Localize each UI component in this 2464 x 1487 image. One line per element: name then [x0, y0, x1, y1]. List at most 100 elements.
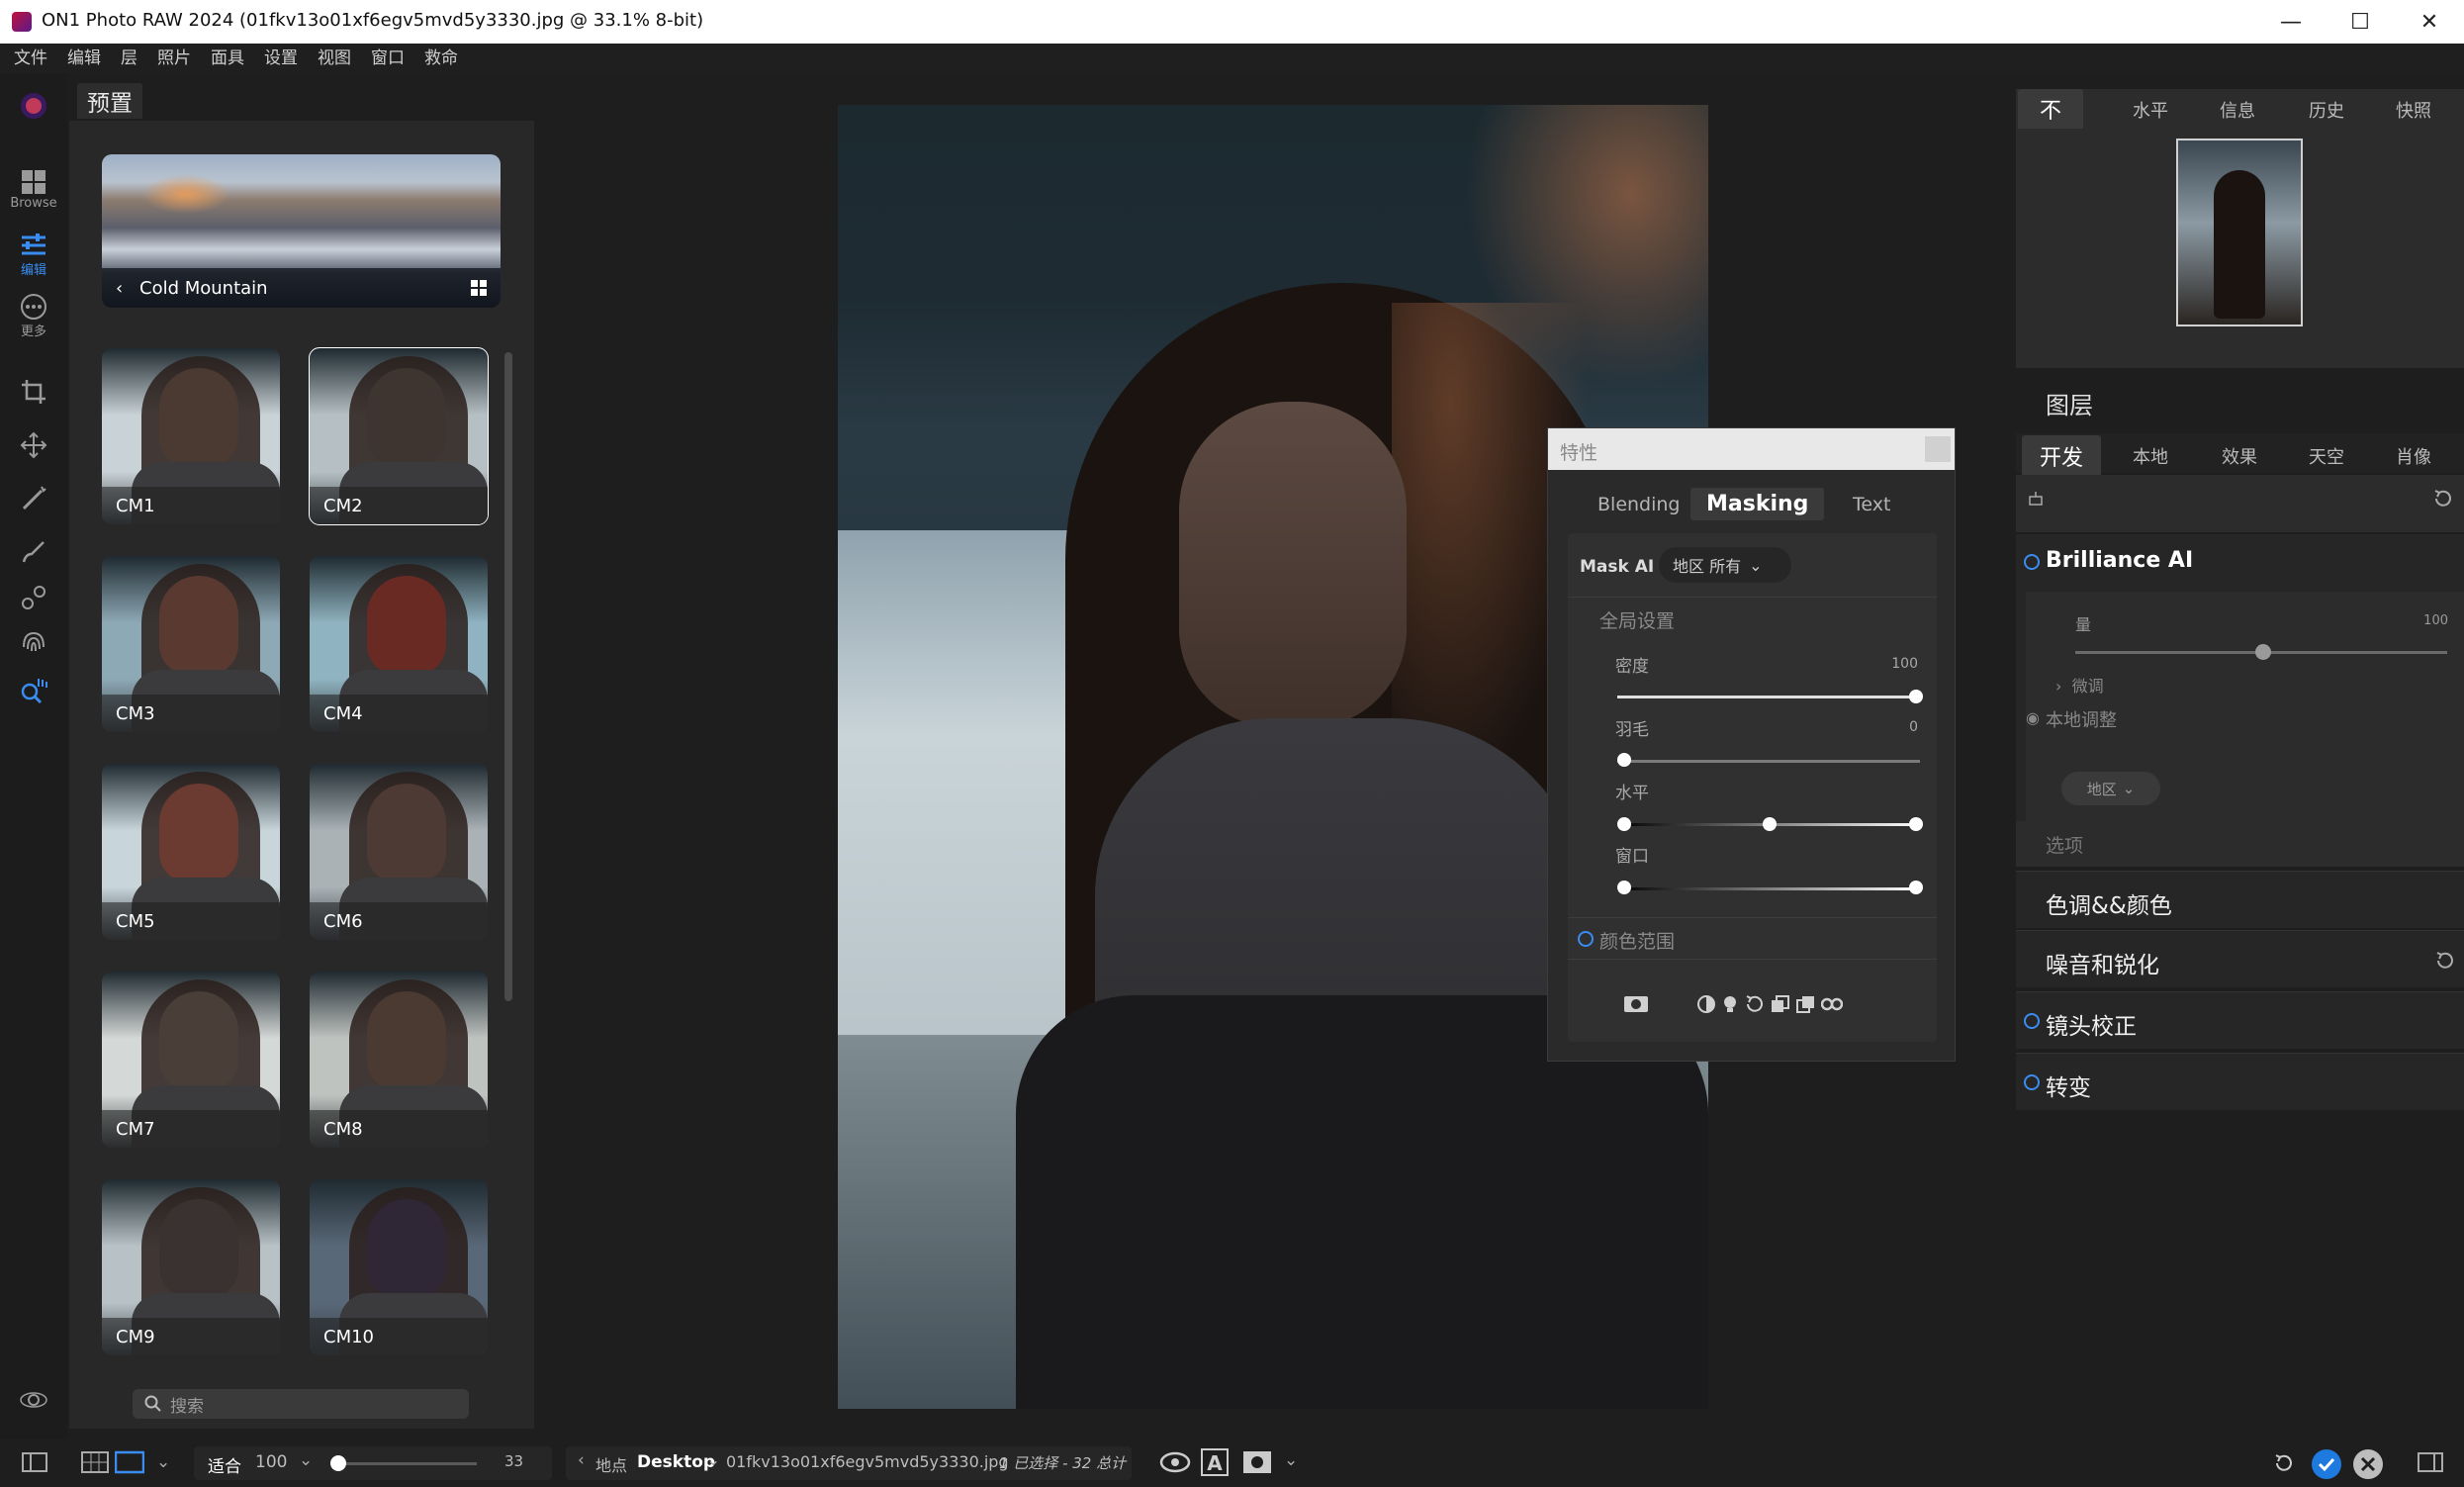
preset-thumbnail-cm9[interactable]: CM9 [102, 1179, 280, 1355]
navigator-thumbnail[interactable] [2176, 139, 2303, 326]
color-range-toggle[interactable] [1578, 931, 1594, 947]
brilliance-ai-toggle[interactable] [2024, 554, 2040, 570]
bulb-icon[interactable] [1722, 994, 1738, 1014]
menu-layer[interactable]: 层 [121, 44, 137, 73]
shapes-tool[interactable] [0, 584, 67, 611]
section-noise-sharpen[interactable]: 噪音和锐化 [2016, 930, 2464, 987]
feather-slider[interactable] [1617, 760, 1920, 763]
density-slider[interactable] [1617, 696, 1920, 698]
section-lens-correction[interactable]: 镜头校正 [2016, 991, 2464, 1049]
magic-wand-tool[interactable] [0, 485, 67, 512]
preset-thumbnail-cm2[interactable]: CM2 [309, 347, 489, 525]
reset-icon[interactable] [1744, 994, 1764, 1014]
preset-scrollbar[interactable] [504, 352, 512, 1001]
tab-snapshots[interactable]: 快照 [2396, 97, 2431, 123]
browse-button[interactable]: Browse [0, 168, 67, 211]
fit-button[interactable]: 适合 [208, 1452, 241, 1477]
crop-tool[interactable] [0, 378, 67, 406]
tab-levels[interactable]: 水平 [2133, 97, 2168, 123]
zoom-chevron-icon[interactable]: ⌄ [299, 1450, 313, 1470]
window-black-knob[interactable] [1617, 881, 1631, 894]
section-transform[interactable]: 转变 [2016, 1053, 2464, 1110]
fingerprint-tool[interactable] [0, 629, 67, 657]
tab-text[interactable]: Text [1853, 494, 1890, 515]
window-white-knob[interactable] [1909, 881, 1923, 894]
layers-heading[interactable]: 图层 [2046, 386, 2093, 420]
preset-category-card[interactable]: ‹ Cold Mountain [102, 154, 501, 308]
brush-tool[interactable] [0, 538, 67, 566]
eye-icon[interactable] [1159, 1450, 1191, 1474]
tab-info[interactable]: 信息 [2220, 97, 2255, 123]
preset-thumbnail-cm4[interactable]: CM4 [310, 556, 488, 732]
options-label[interactable]: 选项 [2046, 831, 2083, 858]
local-adjust-radio[interactable]: ◉ [2026, 708, 2040, 727]
toggle-right-panel-icon[interactable] [2418, 1452, 2443, 1472]
zoom-slider-knob[interactable] [330, 1455, 346, 1471]
tab-local[interactable]: 本地 [2133, 443, 2168, 469]
extras-button[interactable] [0, 1385, 67, 1415]
back-chevron-icon[interactable]: ‹ [578, 1450, 585, 1470]
single-view-icon[interactable] [115, 1450, 144, 1474]
preset-thumbnail-cm8[interactable]: CM8 [310, 972, 488, 1148]
tab-history[interactable]: 历史 [2309, 97, 2344, 123]
menu-help[interactable]: 救命 [424, 44, 458, 73]
tab-navigator[interactable]: 不 [2018, 89, 2084, 129]
window-slider[interactable] [1617, 887, 1920, 890]
menu-mask[interactable]: 面具 [211, 44, 244, 73]
menu-window[interactable]: 窗口 [371, 44, 405, 73]
reset-all-icon[interactable] [2432, 489, 2452, 509]
adjust-icon[interactable] [2028, 491, 2046, 507]
menu-view[interactable]: 视图 [318, 44, 351, 73]
preset-thumbnail-cm6[interactable]: CM6 [310, 764, 488, 940]
undo-icon[interactable] [2273, 1452, 2295, 1474]
maximize-button[interactable]: ☐ [2326, 0, 2395, 44]
menu-settings[interactable]: 设置 [264, 44, 298, 73]
paste-mask-icon[interactable] [1795, 994, 1815, 1014]
level-white-knob[interactable] [1909, 817, 1923, 831]
minimize-button[interactable]: — [2256, 0, 2326, 44]
grid-view-icon[interactable] [471, 280, 487, 296]
tab-portrait[interactable]: 肖像 [2396, 443, 2431, 469]
preset-thumbnail-cm5[interactable]: CM5 [102, 764, 280, 940]
close-button[interactable]: ✕ [2395, 0, 2464, 44]
text-overlay-icon[interactable]: A [1201, 1448, 1229, 1476]
brilliance-ai-title[interactable]: Brilliance AI [2046, 548, 2193, 573]
invert-mask-icon[interactable] [1696, 994, 1716, 1014]
tab-masking[interactable]: Masking [1690, 488, 1825, 520]
more-button[interactable]: 更多 [0, 293, 67, 339]
edit-button[interactable]: 编辑 [0, 232, 67, 278]
cancel-x-icon[interactable] [2352, 1448, 2384, 1480]
tab-sky[interactable]: 天空 [2309, 443, 2344, 469]
transform-toggle[interactable] [2024, 1074, 2040, 1090]
tab-blending[interactable]: Blending [1597, 494, 1681, 515]
preset-thumbnail-cm7[interactable]: CM7 [102, 972, 280, 1148]
apply-check-icon[interactable] [2311, 1448, 2342, 1480]
menu-file[interactable]: 文件 [14, 44, 47, 73]
grid-view-icon[interactable] [81, 1450, 109, 1474]
menu-edit[interactable]: 编辑 [67, 44, 101, 73]
properties-header[interactable]: 特性 [1548, 428, 1955, 470]
mask-overlay-icon[interactable] [1242, 1450, 1272, 1474]
amount-slider-knob[interactable] [2255, 644, 2271, 660]
region-dropdown[interactable]: 地区 ⌄ [2061, 772, 2160, 805]
link-mask-icon[interactable] [1821, 994, 1843, 1014]
reset-icon[interactable] [2434, 951, 2454, 971]
lens-correction-toggle[interactable] [2024, 1013, 2040, 1029]
feather-slider-knob[interactable] [1617, 753, 1631, 767]
overlay-chevron-icon[interactable]: ⌄ [1284, 1450, 1298, 1470]
menu-photo[interactable]: 照片 [157, 44, 191, 73]
properties-close-button[interactable] [1925, 436, 1951, 462]
toggle-left-panel-icon[interactable] [22, 1452, 47, 1472]
zoom-tool[interactable] [0, 677, 67, 704]
view-mode-chevron-icon[interactable]: ⌄ [156, 1452, 170, 1472]
location-chevron-icon[interactable]: ⌄ [706, 1450, 720, 1470]
level-black-knob[interactable] [1617, 817, 1631, 831]
location-value[interactable]: Desktop [637, 1452, 715, 1472]
fine-tune-toggle[interactable]: › 微调 [2055, 673, 2104, 697]
mask-ai-dropdown[interactable]: 地区 所有 ⌄ [1659, 547, 1791, 583]
chevron-left-icon[interactable]: ‹ [116, 278, 123, 299]
preset-thumbnail-cm1[interactable]: CM1 [102, 348, 280, 524]
tab-presets[interactable]: 预置 [77, 83, 142, 119]
section-tone-color[interactable]: 色调&&颜色 [2016, 871, 2464, 928]
move-tool[interactable] [0, 431, 67, 459]
